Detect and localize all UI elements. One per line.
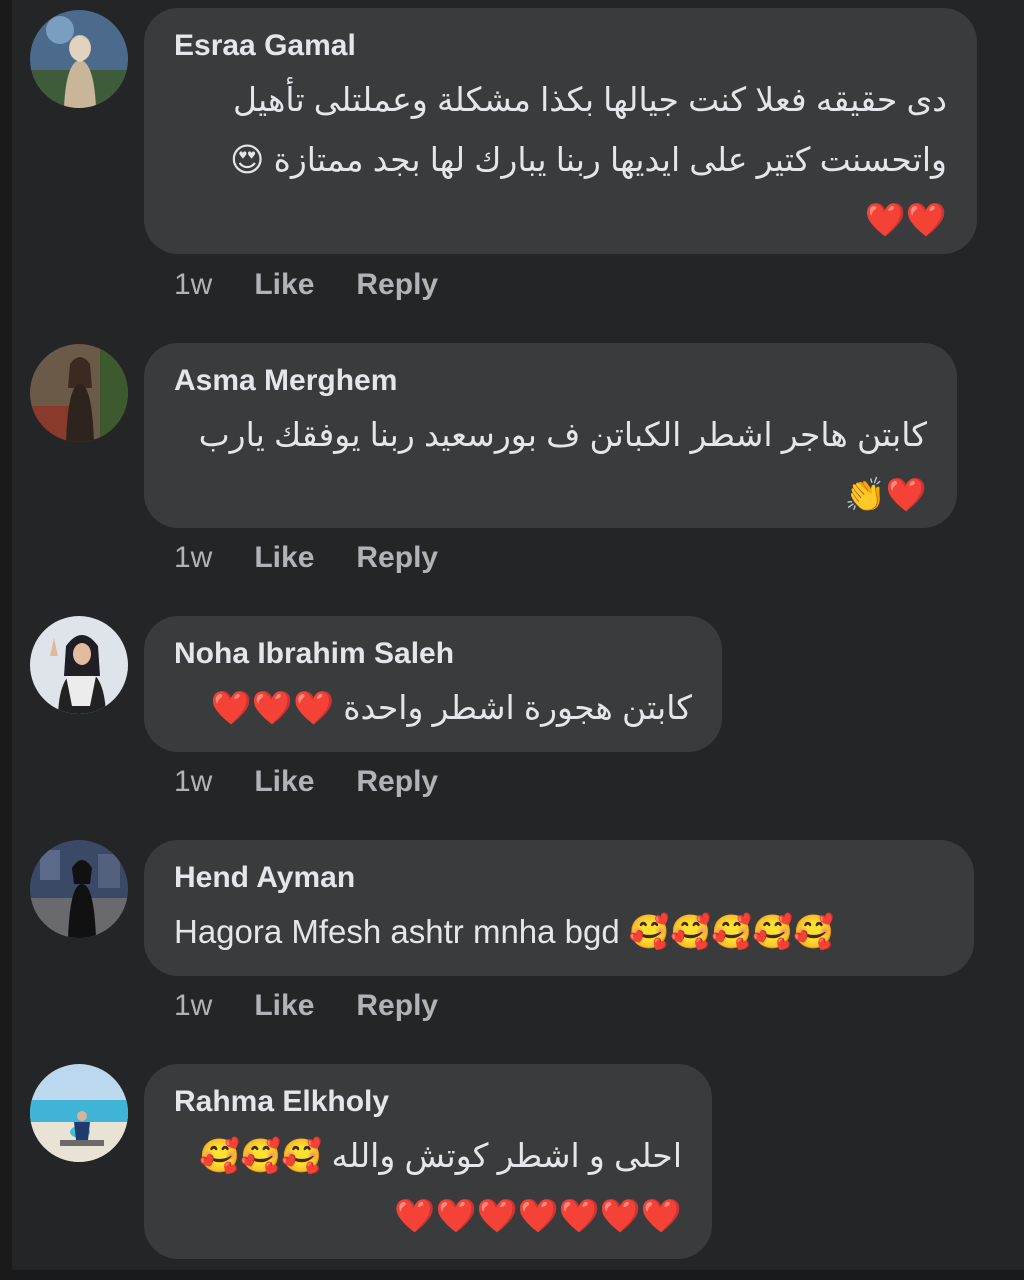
comment-bubble: Rahma Elkholy احلى و اشطر كوتش والله 🥰🥰🥰… (144, 1064, 712, 1259)
bottom-edge (0, 1270, 1024, 1280)
reply-button[interactable]: Reply (356, 765, 438, 799)
like-button[interactable]: Like (254, 989, 314, 1023)
comment-timestamp[interactable]: 1w (174, 989, 212, 1023)
avatar[interactable] (30, 840, 128, 938)
comment-text-line: ❤️❤️ (864, 201, 947, 238)
comment-timestamp[interactable]: 1w (174, 765, 212, 799)
comment-author[interactable]: Asma Merghem (174, 361, 927, 401)
comment-text-line: Hagora Mfesh ashtr mnha bgd 🥰🥰🥰🥰🥰 (174, 913, 835, 950)
comment-timestamp[interactable]: 1w (174, 541, 212, 575)
comment-author[interactable]: Hend Ayman (174, 858, 944, 898)
avatar[interactable] (30, 344, 128, 442)
avatar[interactable] (30, 1064, 128, 1162)
reply-button[interactable]: Reply (356, 541, 438, 575)
comment-actions: 1w Like Reply (174, 541, 438, 575)
reply-button[interactable]: Reply (356, 268, 438, 302)
comment-text-line: كابتن هاجر اشطر الكباتن ف بورسعيد ربنا ي… (198, 416, 927, 453)
comment-author[interactable]: Noha Ibrahim Saleh (174, 634, 692, 674)
like-button[interactable]: Like (254, 268, 314, 302)
comment-text-line: واتحسنت كتير على ايديها ربنا يبارك لها ب… (230, 141, 947, 178)
avatar[interactable] (30, 10, 128, 108)
left-edge (0, 0, 12, 1280)
comment-actions: 1w Like Reply (174, 268, 438, 302)
comment-author[interactable]: Rahma Elkholy (174, 1082, 682, 1122)
comment-text-line: ❤️👏 (844, 476, 927, 513)
like-button[interactable]: Like (254, 765, 314, 799)
like-button[interactable]: Like (254, 541, 314, 575)
comment-text-line: دى حقيقه فعلا كنت جيالها بكذا مشكلة وعمل… (233, 81, 947, 118)
reply-button[interactable]: Reply (356, 989, 438, 1023)
comment-bubble: Noha Ibrahim Saleh كابتن هجورة اشطر واحد… (144, 616, 722, 752)
comment-text-line: احلى و اشطر كوتش والله 🥰🥰🥰 (199, 1137, 682, 1174)
comment-text-line: ❤️❤️❤️❤️❤️❤️❤️ (394, 1197, 682, 1234)
comment-bubble: Asma Merghem كابتن هاجر اشطر الكباتن ف ب… (144, 343, 957, 528)
avatar[interactable] (30, 616, 128, 714)
comment-actions: 1w Like Reply (174, 989, 438, 1023)
comments-screen: Esraa Gamal دى حقيقه فعلا كنت جيالها بكذ… (0, 0, 1024, 1280)
comment-author[interactable]: Esraa Gamal (174, 26, 947, 66)
comment-text-line: كابتن هجورة اشطر واحدة ❤️❤️❤️ (210, 689, 692, 726)
comment-bubble: Esraa Gamal دى حقيقه فعلا كنت جيالها بكذ… (144, 8, 977, 254)
comment-timestamp[interactable]: 1w (174, 268, 212, 302)
comment-actions: 1w Like Reply (174, 765, 438, 799)
comment-bubble: Hend Ayman Hagora Mfesh ashtr mnha bgd 🥰… (144, 840, 974, 976)
